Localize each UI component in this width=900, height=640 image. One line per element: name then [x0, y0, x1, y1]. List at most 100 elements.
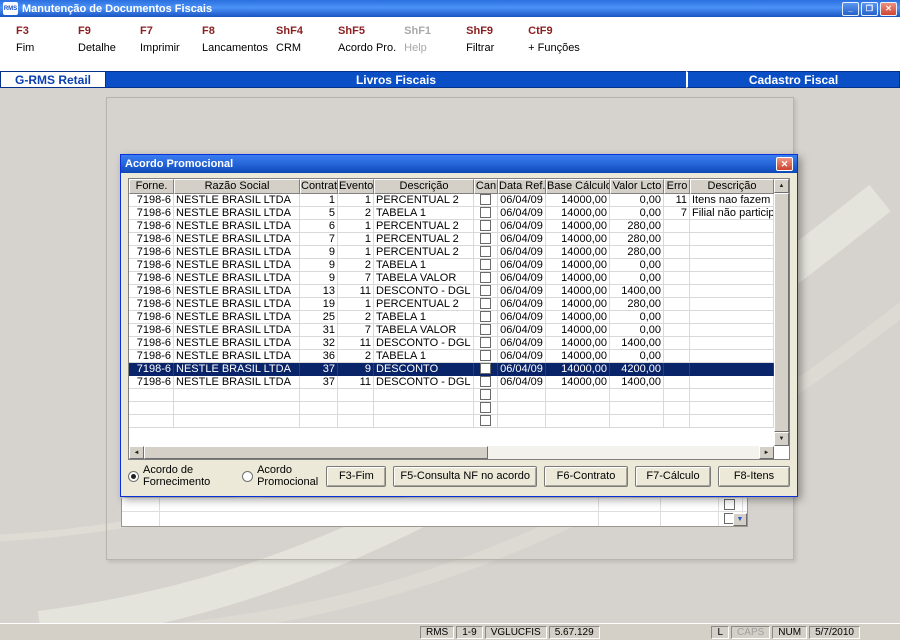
- table-row[interactable]: 7198-6 NESTLE BRASIL LTDA 9 7 TABELA VALOR 06…: [129, 272, 774, 285]
- grid-cell: 06/04/09: [498, 337, 546, 350]
- table-row[interactable]: 7198-6 NESTLE BRASIL LTDA 7 1 PERCENTUAL 2 06…: [129, 233, 774, 246]
- can-checkbox[interactable]: [480, 376, 491, 387]
- nav-tab-cadastro-fiscal[interactable]: Cadastro Fiscal: [686, 71, 900, 88]
- column-header-forne-0[interactable]: Forne.: [129, 179, 174, 194]
- toolbar-key-label: ShF1: [404, 25, 432, 37]
- background-scroll-down-icon[interactable]: ▼: [733, 513, 747, 526]
- status-panel-num: NUM: [772, 625, 808, 639]
- dialog-button-f3-fim[interactable]: F3-Fim: [326, 465, 387, 487]
- close-button-icon[interactable]: ✕: [880, 1, 897, 16]
- column-header-erro-9[interactable]: Erro: [664, 179, 690, 194]
- vertical-scroll-thumb[interactable]: [774, 193, 789, 432]
- grid-cell: 0,00: [610, 324, 664, 337]
- grid-cell: PERCENTUAL 2: [374, 220, 474, 233]
- can-checkbox[interactable]: [480, 246, 491, 257]
- can-checkbox[interactable]: [480, 259, 491, 270]
- table-row[interactable]: 7198-6 NESTLE BRASIL LTDA 25 2 TABELA 1 06/04…: [129, 311, 774, 324]
- toolbar-item-label: Filtrar: [466, 42, 495, 54]
- table-row[interactable]: 7198-6 NESTLE BRASIL LTDA 37 9 DESCONTO 06/04…: [129, 363, 774, 376]
- grid-cell: [664, 415, 690, 428]
- toolbar-item-shf5[interactable]: ShF5 Acordo Pro.: [338, 25, 404, 54]
- horizontal-scroll-thumb[interactable]: [144, 446, 489, 459]
- dialog-button-f5-consulta-nf-no-acordo[interactable]: F5-Consulta NF no acordo: [393, 465, 537, 487]
- maximize-button-icon[interactable]: ❐: [861, 1, 878, 16]
- column-header-base-c-lculo-7[interactable]: Base Cálculo: [546, 179, 610, 194]
- grid-cell: 31: [300, 324, 338, 337]
- radio-acordo-de-fornecimento[interactable]: Acordo de Fornecimento: [128, 464, 228, 488]
- empty-table-row[interactable]: [129, 402, 774, 415]
- grid-cell: 14000,00: [546, 194, 610, 207]
- dialog-button-f7-c-lculo[interactable]: F7-Cálculo: [635, 465, 711, 487]
- background-row-checkbox[interactable]: [724, 499, 735, 510]
- table-row[interactable]: 7198-6 NESTLE BRASIL LTDA 1 1 PERCENTUAL 2 06…: [129, 194, 774, 207]
- can-checkbox[interactable]: [480, 194, 491, 205]
- grid-cell: 7198-6: [129, 259, 174, 272]
- toolbar-item-shf4[interactable]: ShF4 CRM: [276, 25, 338, 54]
- vertical-scrollbar[interactable]: ▲ ▼: [774, 179, 789, 446]
- column-header-evento-3[interactable]: Evento: [338, 179, 374, 194]
- grid-cell: 9: [300, 259, 338, 272]
- grid-cell: 14000,00: [546, 298, 610, 311]
- toolbar-item-label: Help: [404, 42, 427, 54]
- titlebar[interactable]: RMS Manutenção de Documentos Fiscais _ ❐…: [0, 0, 900, 17]
- can-checkbox[interactable]: [480, 233, 491, 244]
- column-header-contrato-2[interactable]: Contrato: [300, 179, 338, 194]
- empty-table-row[interactable]: [129, 415, 774, 428]
- horizontal-scroll-track[interactable]: [144, 446, 759, 459]
- column-header-can-5[interactable]: Can: [474, 179, 498, 194]
- dialog-button-f6-contrato[interactable]: F6-Contrato: [544, 465, 628, 487]
- toolbar-item-f8[interactable]: F8 Lancamentos: [202, 25, 276, 54]
- toolbar-item-ctf9[interactable]: CtF9 + Funções: [528, 25, 590, 54]
- toolbar-item-shf9[interactable]: ShF9 Filtrar: [466, 25, 528, 54]
- column-header-raz-o-social-1[interactable]: Razão Social: [174, 179, 300, 194]
- can-checkbox[interactable]: [480, 298, 491, 309]
- can-checkbox[interactable]: [480, 389, 491, 400]
- scroll-right-icon[interactable]: ►: [759, 446, 774, 459]
- grid-cell: [664, 402, 690, 415]
- grid-cell: 36: [300, 350, 338, 363]
- dialog-titlebar[interactable]: Acordo Promocional ✕: [121, 155, 797, 173]
- can-checkbox[interactable]: [480, 285, 491, 296]
- horizontal-scrollbar[interactable]: ◄ ►: [129, 446, 774, 459]
- column-header-data-ref-6[interactable]: Data Ref.: [498, 179, 546, 194]
- table-row[interactable]: 7198-6 NESTLE BRASIL LTDA 6 1 PERCENTUAL 2 06…: [129, 220, 774, 233]
- toolbar-item-f9[interactable]: F9 Detalhe: [78, 25, 140, 54]
- table-row[interactable]: 7198-6 NESTLE BRASIL LTDA 37 11 DESCONTO - D…: [129, 376, 774, 389]
- can-checkbox[interactable]: [480, 415, 491, 426]
- grid-cell: DESCONTO - DGL: [374, 376, 474, 389]
- table-row[interactable]: 7198-6 NESTLE BRASIL LTDA 5 2 TABELA 1 06/04/…: [129, 207, 774, 220]
- grid-cell: NESTLE BRASIL LTDA: [174, 350, 300, 363]
- column-header-valor-lcto-8[interactable]: Valor Lcto: [610, 179, 664, 194]
- table-row[interactable]: 7198-6 NESTLE BRASIL LTDA 32 11 DESCONTO - D…: [129, 337, 774, 350]
- scroll-down-icon[interactable]: ▼: [774, 432, 789, 446]
- grid-cell: 1: [338, 298, 374, 311]
- dialog-close-icon[interactable]: ✕: [776, 157, 793, 171]
- can-checkbox[interactable]: [480, 324, 491, 335]
- table-row[interactable]: 7198-6 NESTLE BRASIL LTDA 9 2 TABELA 1 06/04/…: [129, 259, 774, 272]
- table-row[interactable]: 7198-6 NESTLE BRASIL LTDA 36 2 TABELA 1 06/04…: [129, 350, 774, 363]
- nav-tab-livros-fiscais[interactable]: Livros Fiscais: [106, 71, 686, 88]
- can-checkbox[interactable]: [480, 337, 491, 348]
- can-checkbox[interactable]: [480, 363, 491, 374]
- table-row[interactable]: 7198-6 NESTLE BRASIL LTDA 19 1 PERCENTUAL 2 0…: [129, 298, 774, 311]
- toolbar-item-f7[interactable]: F7 Imprimir: [140, 25, 202, 54]
- nav-tab-grms-retail[interactable]: G-RMS Retail: [0, 71, 106, 88]
- can-checkbox[interactable]: [480, 350, 491, 361]
- table-row[interactable]: 7198-6 NESTLE BRASIL LTDA 9 1 PERCENTUAL 2 06…: [129, 246, 774, 259]
- table-row[interactable]: 7198-6 NESTLE BRASIL LTDA 13 11 DESCONTO - D…: [129, 285, 774, 298]
- empty-table-row[interactable]: [129, 389, 774, 402]
- minimize-button-icon[interactable]: _: [842, 1, 859, 16]
- column-header-descri-o-10[interactable]: Descrição: [690, 179, 774, 194]
- scroll-up-icon[interactable]: ▲: [774, 179, 789, 193]
- dialog-button-f8-itens[interactable]: F8-Itens: [718, 465, 790, 487]
- can-checkbox[interactable]: [480, 272, 491, 283]
- can-checkbox[interactable]: [480, 220, 491, 231]
- can-checkbox[interactable]: [480, 311, 491, 322]
- radio-acordo-promocional[interactable]: Acordo Promocional: [242, 464, 326, 488]
- table-row[interactable]: 7198-6 NESTLE BRASIL LTDA 31 7 TABELA VALOR 0…: [129, 324, 774, 337]
- toolbar-item-f3[interactable]: F3 Fim: [16, 25, 78, 54]
- column-header-descri-o-4[interactable]: Descrição: [374, 179, 474, 194]
- scroll-left-icon[interactable]: ◄: [129, 446, 144, 459]
- can-checkbox[interactable]: [480, 207, 491, 218]
- can-checkbox[interactable]: [480, 402, 491, 413]
